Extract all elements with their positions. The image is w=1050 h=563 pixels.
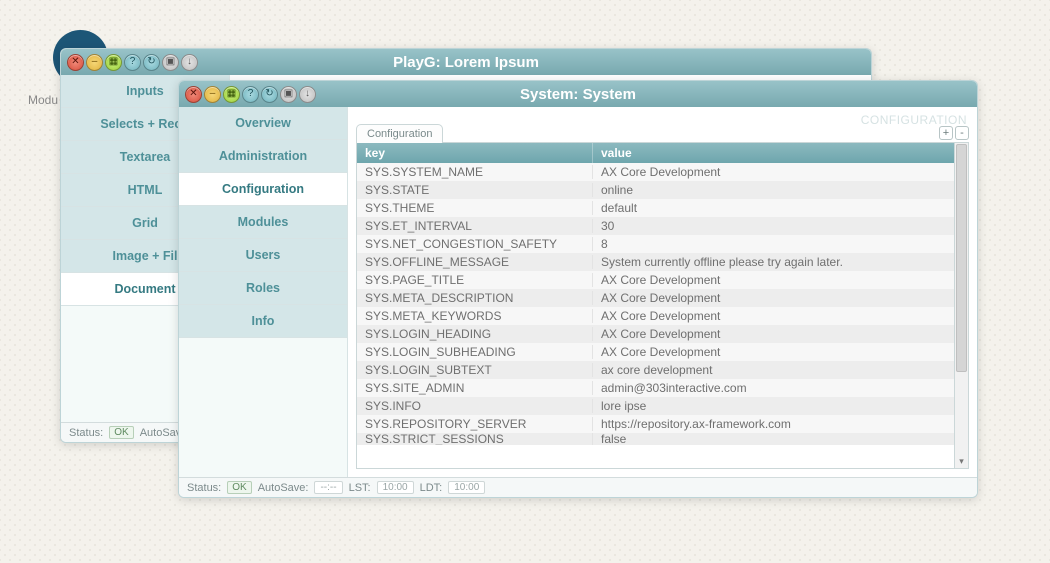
cell-key: SYS.META_KEYWORDS [357,309,593,323]
cell-key: SYS.REPOSITORY_SERVER [357,417,593,431]
trash-icon[interactable]: ▣ [162,54,179,71]
collapse-icon[interactable]: ↓ [299,86,316,103]
table-row[interactable]: SYS.META_KEYWORDSAX Core Development [357,307,954,325]
status-ok-badge: OK [227,481,251,494]
cell-value: admin@303interactive.com [593,381,954,395]
save-icon[interactable]: ▦ [105,54,122,71]
trash-icon[interactable]: ▣ [280,86,297,103]
close-icon[interactable]: ✕ [185,86,202,103]
cell-value: System currently offline please try agai… [593,255,954,269]
refresh-icon[interactable]: ↻ [261,86,278,103]
cell-key: SYS.SITE_ADMIN [357,381,593,395]
cell-value: online [593,183,954,197]
table-row[interactable]: SYS.SITE_ADMINadmin@303interactive.com [357,379,954,397]
cell-value: lore ipse [593,399,954,413]
table-row[interactable]: SYS.STRICT_SESSIONSfalse [357,433,954,445]
help-icon[interactable]: ? [242,86,259,103]
grid-body: SYS.SYSTEM_NAMEAX Core DevelopmentSYS.ST… [357,163,954,468]
sidebar-item-administration[interactable]: Administration [179,140,347,173]
cell-key: SYS.THEME [357,201,593,215]
help-icon[interactable]: ? [124,54,141,71]
minimize-icon[interactable]: – [204,86,221,103]
scrollbar[interactable]: ▾ [955,143,969,469]
main-system: CONFIGURATION Configuration + - key valu… [348,107,977,477]
ldt-label: LDT: [420,482,443,494]
sidebar-item-roles[interactable]: Roles [179,272,347,305]
cell-key: SYS.STATE [357,183,593,197]
cell-key: SYS.NET_CONGESTION_SAFETY [357,237,593,251]
table-row[interactable]: SYS.LOGIN_HEADINGAX Core Development [357,325,954,343]
sidebar-system: OverviewAdministrationConfigurationModul… [179,107,348,477]
minimize-icon[interactable]: – [86,54,103,71]
sidebar-item-users[interactable]: Users [179,239,347,272]
table-row[interactable]: SYS.STATEonline [357,181,954,199]
table-row[interactable]: SYS.INFOlore ipse [357,397,954,415]
scrollbar-thumb[interactable] [956,144,967,372]
add-tab-button[interactable]: + [939,126,953,140]
cell-value: ax core development [593,363,954,377]
cell-key: SYS.INFO [357,399,593,413]
cell-value: AX Core Development [593,273,954,287]
collapse-icon[interactable]: ↓ [181,54,198,71]
table-row[interactable]: SYS.REPOSITORY_SERVERhttps://repository.… [357,415,954,433]
background-label: Modu [28,93,58,107]
titlebar-playg[interactable]: ✕ – ▦ ? ↻ ▣ ↓ PlayG: Lorem Ipsum [61,49,871,75]
cell-value: AX Core Development [593,291,954,305]
sidebar-item-modules[interactable]: Modules [179,206,347,239]
col-header-key[interactable]: key [357,143,593,163]
ldt-value: 10:00 [448,481,485,494]
table-row[interactable]: SYS.PAGE_TITLEAX Core Development [357,271,954,289]
cell-key: SYS.LOGIN_SUBTEXT [357,363,593,377]
cell-value: AX Core Development [593,165,954,179]
cell-value: AX Core Development [593,327,954,341]
table-row[interactable]: SYS.LOGIN_SUBHEADINGAX Core Development [357,343,954,361]
cell-key: SYS.SYSTEM_NAME [357,165,593,179]
cell-value: AX Core Development [593,345,954,359]
sidebar-item-info[interactable]: Info [179,305,347,338]
table-row[interactable]: SYS.NET_CONGESTION_SAFETY8 [357,235,954,253]
status-ok-badge: OK [109,426,133,439]
refresh-icon[interactable]: ↻ [143,54,160,71]
window-system: ✕ – ▦ ? ↻ ▣ ↓ System: System OverviewAdm… [178,80,978,498]
cell-key: SYS.LOGIN_SUBHEADING [357,345,593,359]
remove-tab-button[interactable]: - [955,126,969,140]
table-row[interactable]: SYS.ET_INTERVAL30 [357,217,954,235]
tabstrip: Configuration + - [356,123,969,143]
autosave-label: AutoSave: [258,482,309,494]
col-header-value[interactable]: value [593,143,954,163]
sidebar-item-configuration[interactable]: Configuration [179,173,347,206]
table-row[interactable]: SYS.META_DESCRIPTIONAX Core Development [357,289,954,307]
titlebar-system[interactable]: ✕ – ▦ ? ↻ ▣ ↓ System: System [179,81,977,107]
cell-key: SYS.STRICT_SESSIONS [357,433,593,445]
autosave-value: --:-- [314,481,342,494]
table-row[interactable]: SYS.LOGIN_SUBTEXTax core development [357,361,954,379]
cell-key: SYS.ET_INTERVAL [357,219,593,233]
cell-key: SYS.META_DESCRIPTION [357,291,593,305]
grid-header: key value [357,143,954,163]
close-icon[interactable]: ✕ [67,54,84,71]
statusbar-system: Status: OK AutoSave: --:-- LST: 10:00 LD… [179,477,977,497]
cell-value: 8 [593,237,954,251]
cell-value: https://repository.ax-framework.com [593,417,954,431]
cell-key: SYS.LOGIN_HEADING [357,327,593,341]
lst-value: 10:00 [377,481,414,494]
save-icon[interactable]: ▦ [223,86,240,103]
cell-key: SYS.PAGE_TITLE [357,273,593,287]
scroll-down-icon[interactable]: ▾ [955,456,968,468]
cell-value: default [593,201,954,215]
table-row[interactable]: SYS.SYSTEM_NAMEAX Core Development [357,163,954,181]
lst-label: LST: [349,482,371,494]
table-row[interactable]: SYS.THEMEdefault [357,199,954,217]
cell-value: false [593,433,954,445]
table-row[interactable]: SYS.OFFLINE_MESSAGESystem currently offl… [357,253,954,271]
cell-key: SYS.OFFLINE_MESSAGE [357,255,593,269]
cell-value: 30 [593,219,954,233]
config-grid: key value SYS.SYSTEM_NAMEAX Core Develop… [356,143,955,469]
cell-value: AX Core Development [593,309,954,323]
tab-configuration[interactable]: Configuration [356,124,443,143]
status-label: Status: [69,427,103,439]
sidebar-item-overview[interactable]: Overview [179,107,347,140]
status-label: Status: [187,482,221,494]
